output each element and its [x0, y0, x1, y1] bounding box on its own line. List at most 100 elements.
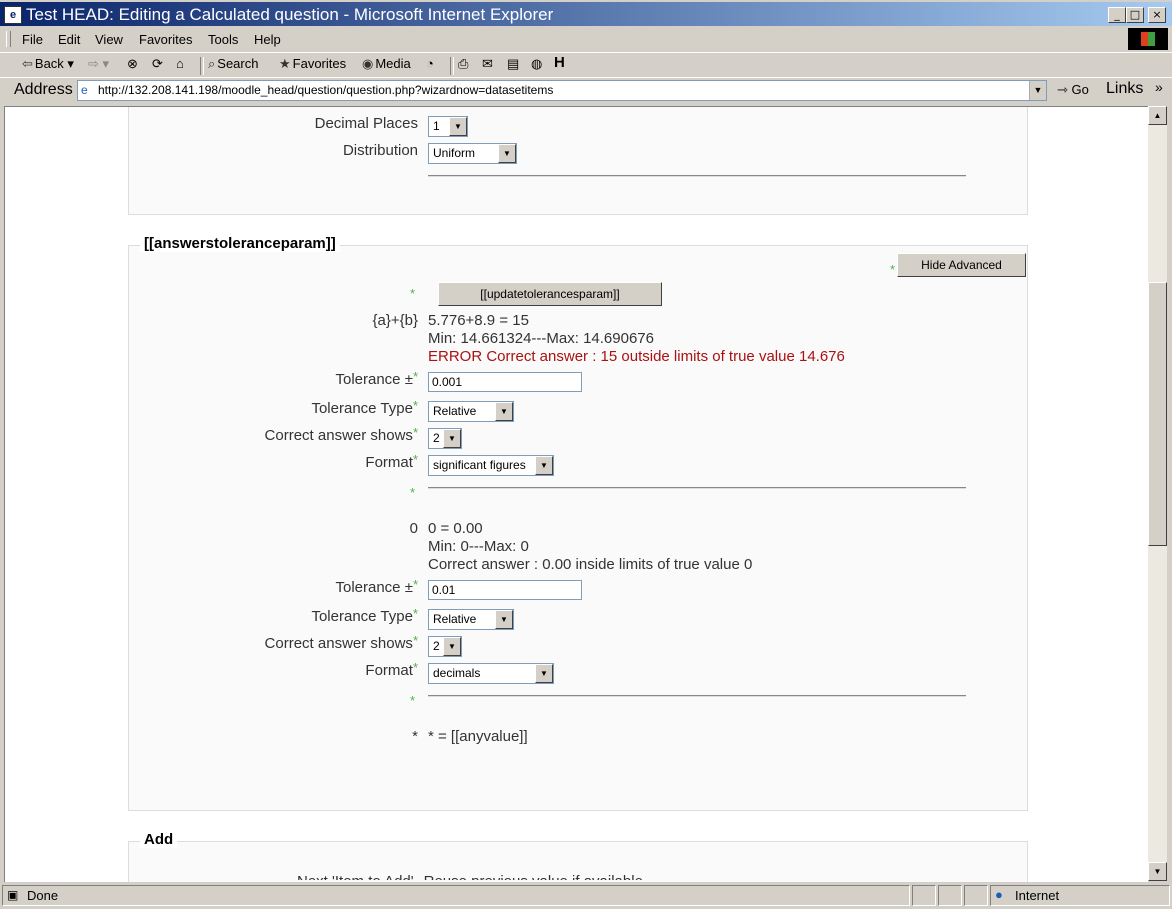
mail-button[interactable]: ✉	[482, 56, 493, 72]
page-content: Decimal Places 1 ▼ Distribution Uniform …	[4, 106, 1148, 882]
discuss-button[interactable]: ◍	[531, 56, 542, 72]
favorites-button[interactable]: ★ Favorites	[279, 56, 346, 72]
decimal-places-select[interactable]: 1 ▼	[428, 116, 468, 137]
required-marker: *	[412, 398, 418, 413]
status-text-cell: ▣ Done	[2, 885, 910, 906]
chevron-down-icon: ▼	[443, 429, 461, 448]
answer2-format-label: Format*	[365, 660, 418, 679]
address-bar: Address e http://132.208.141.198/moodle_…	[0, 77, 1172, 103]
update-tolerances-button[interactable]: [[updatetolerancesparam]]	[438, 282, 662, 306]
menu-help[interactable]: Help	[254, 32, 281, 47]
status-text: Done	[27, 888, 59, 903]
scroll-down-button[interactable]: ▼	[1148, 862, 1167, 881]
scroll-thumb[interactable]	[1148, 282, 1167, 546]
distribution-select[interactable]: Uniform ▼	[428, 143, 517, 164]
menu-view[interactable]: View	[95, 32, 123, 47]
h-extension-icon: H	[554, 54, 565, 71]
answer1-format-select[interactable]: significant figures ▼	[428, 455, 554, 476]
media-icon: ◉	[362, 56, 374, 71]
links-button[interactable]: Links	[1106, 80, 1143, 98]
stop-icon: ⊗	[127, 56, 138, 71]
stop-button[interactable]: ⊗	[127, 56, 138, 72]
hide-advanced-button[interactable]: Hide Advanced	[897, 253, 1026, 277]
refresh-icon: ⟳	[152, 56, 163, 71]
menu-tools[interactable]: Tools	[208, 32, 238, 47]
history-button[interactable]: ◔	[426, 56, 434, 71]
media-button[interactable]: ◉ Media	[362, 56, 411, 72]
mail-icon: ✉	[482, 56, 493, 71]
label-text: Correct answer shows	[264, 427, 413, 444]
go-button[interactable]: ⇾ Go	[1057, 82, 1089, 98]
print-button[interactable]: ⎙	[458, 56, 468, 72]
address-input[interactable]: e http://132.208.141.198/moodle_head/que…	[77, 80, 1047, 101]
search-button[interactable]: ⌕ Search	[208, 56, 258, 72]
answer1-result: 5.776+8.9 = 15	[428, 312, 529, 329]
tolerance-type-value: Relative	[433, 404, 477, 418]
chevron-down-icon: ▼	[443, 637, 461, 656]
maximize-button[interactable]: □	[1126, 7, 1144, 23]
answer1-error-message: ERROR Correct answer : 15 outside limits…	[428, 348, 845, 365]
answer2-tolerance-input[interactable]: 0.01	[428, 580, 582, 600]
favorites-label: Favorites	[292, 56, 347, 71]
tolerance-value: 0.001	[432, 375, 463, 389]
chevron-down-icon: ▼	[449, 117, 467, 136]
h-extension-button[interactable]: H	[554, 54, 565, 71]
answer1-minmax: Min: 14.661324---Max: 14.690676	[428, 330, 654, 347]
links-chevron-icon[interactable]: »	[1155, 79, 1163, 95]
toolbar-separator	[200, 57, 204, 75]
answer3-formula-label: *	[412, 728, 418, 745]
answer2-correct-shows-select[interactable]: 2 ▼	[428, 636, 462, 657]
decimal-places-label: Decimal Places	[314, 115, 418, 132]
forward-arrow-icon: ⇨ ▾	[88, 56, 110, 71]
scroll-up-button[interactable]: ▲	[1148, 106, 1167, 125]
distribution-value: Uniform	[433, 146, 476, 160]
answer2-result: 0 = 0.00	[428, 520, 483, 537]
answer1-tolerance-type-select[interactable]: Relative ▼	[428, 401, 514, 422]
answer3-result: * = [[anyvalue]]	[428, 728, 528, 745]
correct-shows-value: 2	[433, 639, 440, 653]
required-marker: *	[890, 262, 896, 277]
menu-file[interactable]: File	[22, 32, 43, 47]
label-text: Format	[365, 454, 413, 471]
forward-button[interactable]: ⇨ ▾	[88, 56, 109, 72]
chevron-down-icon: ▼	[495, 610, 513, 629]
go-arrow-icon: ⇾	[1057, 82, 1068, 97]
answer2-formula-label: 0	[409, 520, 418, 537]
close-button[interactable]: ×	[1148, 7, 1166, 23]
decimal-places-value: 1	[433, 119, 440, 133]
answer2-format-select[interactable]: decimals ▼	[428, 663, 554, 684]
refresh-button[interactable]: ⟳	[152, 56, 163, 72]
vertical-scrollbar[interactable]: ▲ ▼	[1148, 106, 1167, 881]
edit-page-button[interactable]: ▤	[507, 56, 519, 72]
menu-edit[interactable]: Edit	[58, 32, 80, 47]
zone-cell: ● Internet	[990, 885, 1170, 906]
answer1-format-label: Format*	[365, 452, 418, 471]
label-text: Format	[365, 662, 413, 679]
back-arrow-icon: ⇦	[22, 56, 33, 71]
address-label: Address	[14, 81, 73, 98]
minimize-button[interactable]: _	[1108, 7, 1126, 23]
answer1-correct-shows-select[interactable]: 2 ▼	[428, 428, 462, 449]
window-title: Test HEAD: Editing a Calculated question…	[26, 5, 554, 24]
label-text: Tolerance ±	[335, 579, 413, 596]
page-done-icon: ▣	[7, 888, 19, 902]
zone-text: Internet	[1015, 888, 1060, 903]
back-button[interactable]: ⇦ Back ▾	[22, 56, 74, 72]
label-text: Tolerance Type	[311, 608, 413, 625]
address-dropdown-icon[interactable]: ▼	[1029, 81, 1046, 100]
answer1-tolerance-input[interactable]: 0.001	[428, 372, 582, 392]
answer2-tolerance-type-select[interactable]: Relative ▼	[428, 609, 514, 630]
distribution-label: Distribution	[342, 142, 418, 159]
home-button[interactable]: ⌂	[176, 56, 184, 71]
back-label: Back	[34, 56, 64, 71]
title-bar: e Test HEAD: Editing a Calculated questi…	[0, 2, 1172, 26]
history-icon: ◔	[426, 56, 434, 71]
menu-favorites[interactable]: Favorites	[139, 32, 192, 47]
toolbar-grip[interactable]	[6, 31, 11, 47]
answer1-formula-label: {a}+{b}	[372, 312, 418, 329]
required-marker: *	[412, 660, 418, 675]
format-value: significant figures	[433, 458, 526, 472]
label-text: Tolerance Type	[311, 400, 413, 417]
windows-logo-icon	[1128, 28, 1168, 50]
edit-page-icon: ▤	[507, 56, 520, 71]
